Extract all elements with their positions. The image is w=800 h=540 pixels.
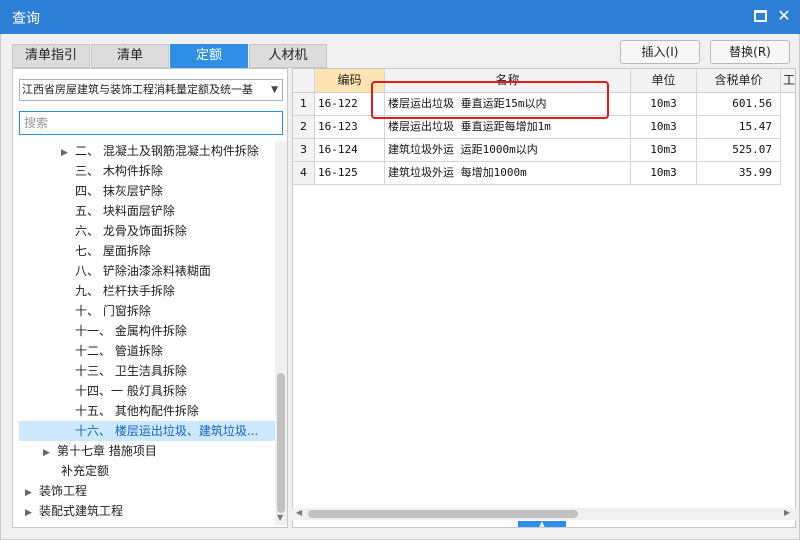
cell-code[interactable]: 16-123 xyxy=(315,116,385,139)
column-header-price[interactable]: 含税单价 xyxy=(697,69,781,93)
row-number: 4 xyxy=(293,162,315,185)
tree-item-label: 五、 块料面层铲除 xyxy=(75,204,175,218)
tree-item-label: 四、 抹灰层铲除 xyxy=(75,184,163,198)
tab-list-guide[interactable]: 清单指引 xyxy=(12,44,90,68)
cell-name[interactable]: 楼层运出垃圾 垂直运距15m以内 xyxy=(385,93,631,116)
cell-name[interactable]: 建筑垃圾外运 每增加1000m xyxy=(385,162,631,185)
tree-item[interactable]: 七、 屋面拆除 xyxy=(75,241,151,261)
expand-arrow-icon[interactable]: ▶ xyxy=(43,443,57,463)
tree-item[interactable]: 四、 抹灰层铲除 xyxy=(75,181,163,201)
tree-item[interactable]: 十二、 管道拆除 xyxy=(75,341,163,361)
cell-price[interactable]: 525.07 xyxy=(697,139,781,162)
tree-item[interactable]: 九、 栏杆扶手拆除 xyxy=(75,281,175,301)
tree-item-selected[interactable]: 十六、 楼层运出垃圾、建筑垃圾... xyxy=(19,421,275,441)
cell-unit[interactable]: 10m3 xyxy=(631,139,697,162)
tab-quota[interactable]: 定额 xyxy=(170,44,248,68)
tree-item[interactable]: 十、 门窗拆除 xyxy=(75,301,151,321)
panel-splitter-handle[interactable]: ▲ xyxy=(518,521,566,528)
tree-item-label: 补充定额 xyxy=(61,464,110,478)
column-header-name[interactable]: 名称 xyxy=(385,69,631,93)
tab-materials[interactable]: 人材机 xyxy=(249,44,327,68)
tree-item-label: 装配式建筑工程 xyxy=(39,504,124,518)
tree-item[interactable]: 六、 龙骨及饰面拆除 xyxy=(75,221,187,241)
cell-price[interactable]: 15.47 xyxy=(697,116,781,139)
tree-item[interactable]: 三、 木构件拆除 xyxy=(75,161,163,181)
insert-button[interactable]: 插入(I) xyxy=(620,40,700,64)
expand-arrow-icon[interactable]: ▶ xyxy=(25,483,39,503)
tree-item-label: 十二、 管道拆除 xyxy=(75,344,163,358)
tree-item[interactable]: 八、 铲除油漆涂料裱糊面 xyxy=(75,261,211,281)
row-number: 1 xyxy=(293,93,315,116)
expand-arrow-icon[interactable]: ▶ xyxy=(25,503,39,523)
close-icon[interactable]: ✕ xyxy=(775,7,793,25)
tree-item-label: 装饰工程 xyxy=(39,484,88,498)
row-number: 3 xyxy=(293,139,315,162)
tree-item-label: 八、 铲除油漆涂料裱糊面 xyxy=(75,264,211,278)
tree-item[interactable]: ▶ 第十七章 措施项目 xyxy=(43,441,157,461)
quota-library-select[interactable]: 江西省房屋建筑与装饰工程消耗量定额及统一基 ▼ xyxy=(19,79,283,101)
tree-item[interactable]: 十四、一 般灯具拆除 xyxy=(75,381,187,401)
cell-code[interactable]: 16-122 xyxy=(315,93,385,116)
tree-item[interactable]: 十一、 金属构件拆除 xyxy=(75,321,187,341)
scroll-left-icon[interactable]: ◀ xyxy=(296,508,302,517)
tree-item-label: 九、 栏杆扶手拆除 xyxy=(75,284,175,298)
tree-item-label: 三、 木构件拆除 xyxy=(75,164,163,178)
scrollbar-thumb[interactable] xyxy=(308,510,578,518)
tree-scrollbar[interactable]: ▼ xyxy=(275,141,287,525)
tab-list[interactable]: 清单 xyxy=(91,44,169,68)
tree-item-label: 二、 混凝土及钢筋混凝土构件拆除 xyxy=(75,144,259,158)
cell-price[interactable]: 35.99 xyxy=(697,162,781,185)
quota-tree-panel: 江西省房屋建筑与装饰工程消耗量定额及统一基 ▼ 搜索 ▶ 二、 混凝土及钢筋混凝土… xyxy=(12,68,288,528)
tree-item-label: 七、 屋面拆除 xyxy=(75,244,151,258)
tree-item-label: 第十七章 措施项目 xyxy=(57,444,157,458)
expand-arrow-icon[interactable]: ▶ xyxy=(61,143,75,163)
tree-item-label: 十、 门窗拆除 xyxy=(75,304,151,318)
column-header-code[interactable]: 编码 xyxy=(315,69,385,93)
window-title: 查询 xyxy=(12,11,40,27)
chevron-down-icon[interactable]: ▼ xyxy=(271,80,278,100)
scroll-down-icon[interactable]: ▼ xyxy=(277,513,283,522)
quota-library-value: 江西省房屋建筑与装饰工程消耗量定额及统一基 xyxy=(22,83,253,96)
scroll-right-icon[interactable]: ▶ xyxy=(784,508,790,517)
cell-code[interactable]: 16-124 xyxy=(315,139,385,162)
scrollbar-thumb[interactable] xyxy=(277,373,285,513)
maximize-icon[interactable] xyxy=(752,7,770,25)
row-number-header xyxy=(293,69,315,93)
tree-item-label: 六、 龙骨及饰面拆除 xyxy=(75,224,187,238)
tree-item[interactable]: 十三、 卫生洁具拆除 xyxy=(75,361,187,381)
cell-price[interactable]: 601.56 xyxy=(697,93,781,116)
tree-item[interactable]: 补充定额 xyxy=(61,461,109,481)
title-bar: 查询 ✕ xyxy=(0,0,800,34)
cell-unit[interactable]: 10m3 xyxy=(631,93,697,116)
tree-item-label: 十四、一 般灯具拆除 xyxy=(75,384,187,398)
tree-item[interactable]: 十五、 其他构配件拆除 xyxy=(75,401,199,421)
tree-item[interactable]: ▶ 装饰工程 xyxy=(25,481,87,501)
tree-item-label: 十六、 楼层运出垃圾、建筑垃圾... xyxy=(75,424,259,438)
column-header-unit[interactable]: 单位 xyxy=(631,69,697,93)
grid-horizontal-scrollbar[interactable]: ◀ ▶ xyxy=(292,508,796,520)
quota-grid: 编码 名称 单位 含税单价 工 1 16-122 楼层运出垃圾 垂直运距15m以… xyxy=(292,68,796,528)
cell-name[interactable]: 楼层运出垃圾 垂直运距每增加1m xyxy=(385,116,631,139)
cell-unit[interactable]: 10m3 xyxy=(631,116,697,139)
tree-item-label: 十三、 卫生洁具拆除 xyxy=(75,364,187,378)
tree-item[interactable]: ▶ 装配式建筑工程 xyxy=(25,501,123,521)
cell-unit[interactable]: 10m3 xyxy=(631,162,697,185)
cell-name[interactable]: 建筑垃圾外运 运距1000m以内 xyxy=(385,139,631,162)
tree-item-label: 十一、 金属构件拆除 xyxy=(75,324,187,338)
tree-item[interactable]: 五、 块料面层铲除 xyxy=(75,201,175,221)
tree-item-label: 十五、 其他构配件拆除 xyxy=(75,404,199,418)
column-header-labor[interactable]: 工 xyxy=(781,69,795,93)
tree-item[interactable]: ▶ 二、 混凝土及钢筋混凝土构件拆除 xyxy=(61,141,259,161)
row-number: 2 xyxy=(293,116,315,139)
cell-code[interactable]: 16-125 xyxy=(315,162,385,185)
search-input[interactable]: 搜索 xyxy=(19,111,283,135)
replace-button[interactable]: 替换(R) xyxy=(710,40,790,64)
